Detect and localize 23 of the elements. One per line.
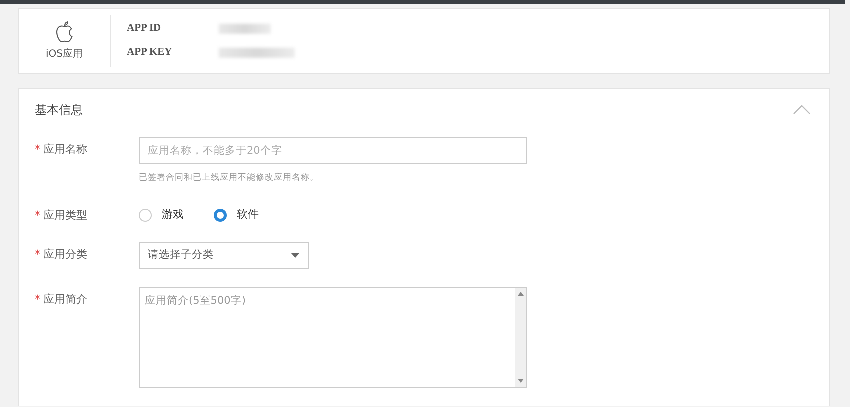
collapse-icon[interactable]: [793, 105, 811, 115]
field-label: 应用类型: [44, 208, 88, 224]
field-label: 应用简介: [44, 292, 88, 308]
required-asterisk: *: [35, 208, 40, 224]
caret-icon: [291, 253, 300, 258]
apple-icon: [56, 20, 74, 42]
radio-button[interactable]: [214, 208, 227, 222]
radio-label[interactable]: 游戏: [162, 206, 184, 224]
category-select[interactable]: 请选择子分类: [139, 242, 309, 270]
name-input[interactable]: 应用名称，不能多于20个字: [139, 137, 527, 164]
hint-text: 已签署合同和已上线应用不能修改应用名称。: [139, 172, 320, 185]
required-asterisk: *: [35, 247, 40, 264]
platform-label: iOS应用: [46, 48, 83, 62]
required-asterisk: *: [35, 292, 40, 308]
field-label: APP KEY: [127, 46, 174, 60]
section-title: 基本信息: [35, 102, 83, 119]
radio-label[interactable]: 软件: [237, 206, 259, 224]
required-asterisk: *: [35, 142, 40, 158]
field-label: 应用分类: [44, 247, 88, 264]
field-label: APP ID: [127, 22, 162, 36]
field-label: 应用名称: [44, 142, 88, 158]
radio-button[interactable]: [139, 208, 152, 222]
redacted-value: [219, 24, 271, 34]
